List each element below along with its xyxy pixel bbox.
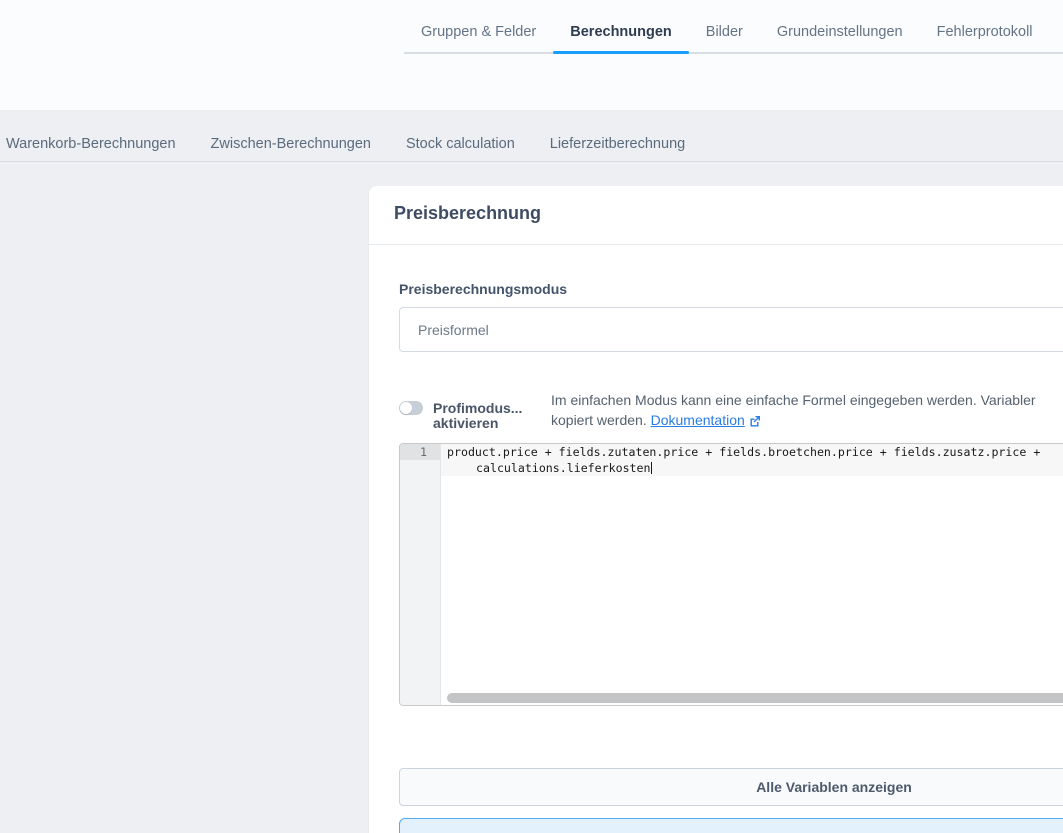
- alle-variablen-anzeigen-button[interactable]: Alle Variablen anzeigen: [399, 768, 1063, 806]
- subtab-warenkorb-berechnungen[interactable]: Warenkorb-Berechnungen: [6, 136, 176, 152]
- text-cursor: [651, 462, 652, 474]
- toggle-label-line2: aktivieren: [433, 416, 521, 431]
- code-line-1-wrapped: calculations.lieferkosten: [441, 460, 1063, 476]
- profimodus-toggle[interactable]: [399, 401, 423, 415]
- content-area: Preisberechnung Preisberechnungsmodus Pr…: [0, 162, 1063, 833]
- tab-berechnungen[interactable]: Berechnungen: [553, 16, 689, 52]
- line-number: 1: [400, 444, 440, 460]
- description-line1: Im einfachen Modus kann eine einfache Fo…: [551, 390, 1036, 410]
- toggle-knob-icon: [400, 402, 412, 414]
- description-line2: kopiert werden. Dokumentation: [551, 410, 1036, 432]
- tab-bilder[interactable]: Bilder: [689, 16, 760, 52]
- tab-fehlerprotokoll[interactable]: Fehlerprotokoll: [920, 16, 1050, 52]
- external-link-icon: [749, 412, 761, 432]
- card-body: Preisberechnungsmodus Preisformel Profim…: [369, 245, 1063, 833]
- variables-button-label: Alle Variablen anzeigen: [756, 779, 912, 795]
- description-line2-text: kopiert werden.: [551, 412, 651, 428]
- page-title: Preisberechnung: [394, 203, 541, 223]
- tab-gruppen-felder[interactable]: Gruppen & Felder: [404, 16, 553, 52]
- subtab-lieferzeitberechnung[interactable]: Lieferzeitberechnung: [550, 136, 685, 152]
- toggle-label-line1: Profimodus...: [433, 401, 521, 416]
- card-header: Preisberechnung: [369, 186, 1063, 245]
- main-tab-bar: Gruppen & Felder Berechnungen Bilder Gru…: [404, 16, 1063, 54]
- formula-code-editor: 1 product.price + fields.zutaten.price +…: [399, 443, 1063, 706]
- preisberechnungsmodus-select[interactable]: Preisformel: [399, 307, 1063, 352]
- profimodus-description: Im einfachen Modus kann eine einfache Fo…: [551, 390, 1036, 432]
- sub-tab-bar: Warenkorb-Berechnungen Zwischen-Berechnu…: [0, 110, 1063, 162]
- profimodus-row: Profimodus... aktivieren Im einfachen Mo…: [399, 390, 1063, 432]
- active-code-line: product.price + fields.zutaten.price + f…: [441, 444, 1063, 476]
- subtab-stock-calculation[interactable]: Stock calculation: [406, 136, 515, 152]
- code-line-1: product.price + fields.zutaten.price + f…: [441, 444, 1063, 460]
- tab-grundeinstellungen[interactable]: Grundeinstellungen: [760, 16, 920, 52]
- code-input-area[interactable]: product.price + fields.zutaten.price + f…: [441, 444, 1063, 705]
- dokumentation-link[interactable]: Dokumentation: [651, 412, 745, 428]
- editor-line-gutter: 1: [400, 444, 441, 705]
- editor-horizontal-scrollbar: [442, 691, 1063, 705]
- preisberechnungsmodus-label: Preisberechnungsmodus: [399, 281, 1063, 297]
- code-line-2-text: calculations.lieferkosten: [476, 461, 651, 475]
- scrollbar-thumb[interactable]: [447, 693, 1063, 703]
- subtab-zwischen-berechnungen[interactable]: Zwischen-Berechnungen: [211, 136, 371, 152]
- top-header: Gruppen & Felder Berechnungen Bilder Gru…: [0, 0, 1063, 110]
- preisberechnung-card: Preisberechnung Preisberechnungsmodus Pr…: [369, 186, 1063, 833]
- info-panel: [399, 818, 1063, 833]
- profimodus-toggle-label: Profimodus... aktivieren: [433, 390, 521, 430]
- selected-mode-value: Preisformel: [418, 322, 489, 338]
